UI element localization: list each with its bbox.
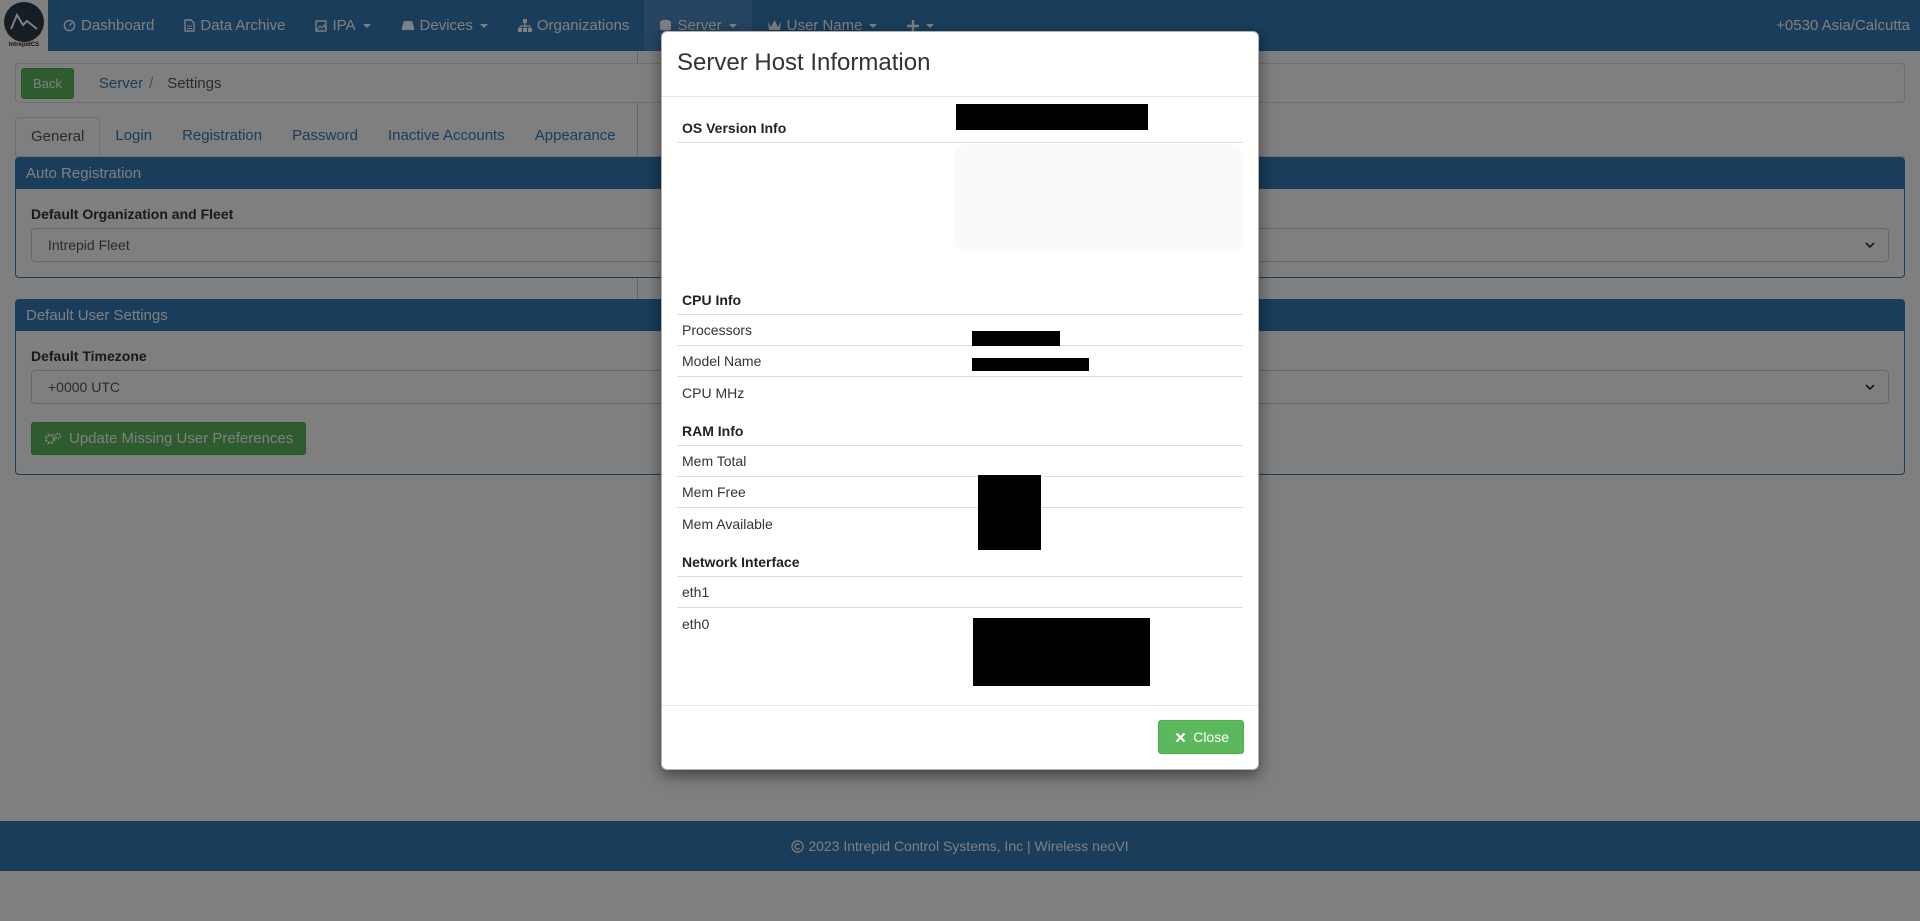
modal-title: Server Host Information <box>677 49 931 76</box>
close-button-label: Close <box>1193 729 1229 745</box>
server-host-info-modal: Server Host Information OS Version Info … <box>661 31 1259 770</box>
ram-section-heading: RAM Info <box>677 408 1243 446</box>
redacted-model-name <box>972 358 1089 371</box>
ram-row-mem-total: Mem Total <box>677 446 1243 477</box>
row-label: eth1 <box>682 584 710 600</box>
row-label: Model Name <box>682 353 762 369</box>
redacted-processors <box>972 331 1060 346</box>
row-label: Mem Total <box>682 453 747 469</box>
cpu-section-heading: CPU Info <box>677 285 1243 315</box>
cpu-row-model-name: Model Name <box>677 346 1243 377</box>
redacted-ram-values <box>978 475 1041 550</box>
close-icon <box>1175 732 1186 742</box>
close-button[interactable]: Close <box>1158 720 1244 754</box>
cpu-row-cpu-mhz: CPU MHz <box>677 377 1243 408</box>
row-label: CPU MHz <box>682 384 745 401</box>
row-label: Processors <box>682 322 753 338</box>
blurred-os-details <box>954 144 1244 252</box>
row-label: Mem Available <box>682 515 773 532</box>
network-row-eth1: eth1 <box>677 577 1243 608</box>
network-section-heading: Network Interface <box>677 539 1243 577</box>
ram-row-mem-available: Mem Available <box>677 508 1243 539</box>
modal-header: Server Host Information <box>662 32 1258 97</box>
redacted-network-values <box>973 618 1150 686</box>
modal-footer: Close <box>662 705 1258 769</box>
cpu-row-processors: Processors <box>677 315 1243 346</box>
row-label: eth0 <box>682 615 710 632</box>
network-row-eth0: eth0 <box>677 608 1243 639</box>
row-label: Mem Free <box>682 484 746 500</box>
redacted-os-version <box>956 104 1148 130</box>
ram-row-mem-free: Mem Free <box>677 477 1243 508</box>
